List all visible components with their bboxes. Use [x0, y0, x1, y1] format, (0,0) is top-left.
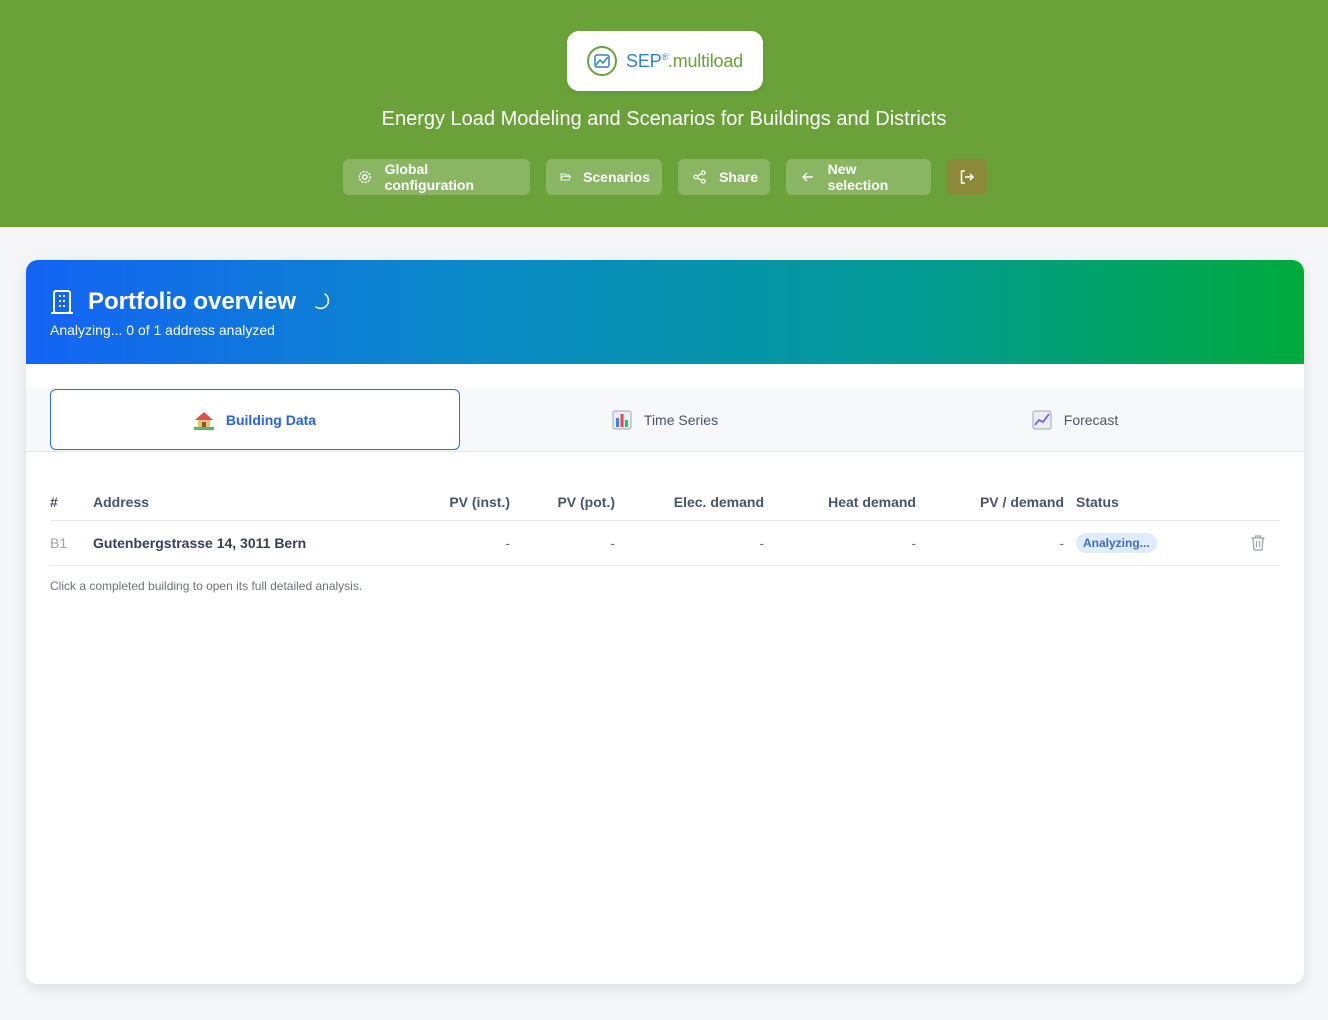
logo-brand: SEP [626, 50, 662, 71]
column-header-address[interactable]: Address [93, 494, 149, 510]
portfolio-title-text: Portfolio overview [88, 288, 297, 315]
house-icon [193, 411, 214, 430]
column-header-elec-demand[interactable]: Elec. demand [644, 494, 764, 510]
status-badge: Analyzing... [1076, 533, 1157, 553]
column-header-status[interactable]: Status [1076, 494, 1119, 510]
row-address: Gutenbergstrasse 14, 3011 Bern [93, 535, 307, 551]
tab-time-series[interactable]: Time Series [460, 389, 870, 450]
app-header: SEP®.multiload Energy Load Modeling and … [0, 0, 1328, 227]
share-icon [693, 170, 706, 184]
row-elec-demand: - [759, 535, 764, 551]
column-header-number: # [50, 494, 58, 510]
row-id: B1 [50, 535, 68, 551]
table-header-divider [50, 520, 1280, 521]
arrow-left-icon [801, 172, 813, 182]
scenarios-button[interactable]: Scenarios [546, 159, 662, 195]
new-selection-button[interactable]: New selection [786, 159, 931, 195]
row-pv-potential: - [610, 535, 615, 551]
gear-icon [358, 170, 371, 184]
tab-forecast[interactable]: Forecast [870, 389, 1280, 450]
tab-building-data[interactable]: Building Data [50, 389, 460, 450]
app-tagline: Energy Load Modeling and Scenarios for B… [381, 108, 947, 130]
logout-icon [960, 170, 975, 184]
column-header-heat-demand[interactable]: Heat demand [796, 494, 916, 510]
logo-suffix: .multiload [667, 50, 743, 71]
tab-building-data-label: Building Data [225, 411, 317, 428]
building-icon [51, 290, 73, 314]
column-header-pv-demand[interactable]: PV / demand [944, 494, 1064, 510]
scenarios-label: Scenarios [583, 169, 650, 185]
share-button[interactable]: Share [678, 159, 770, 195]
loading-spinner-icon [315, 293, 330, 310]
trend-chart-icon [1032, 410, 1052, 429]
column-header-pv-installed[interactable]: PV (inst.) [410, 494, 510, 510]
trash-icon[interactable] [1250, 534, 1266, 552]
portfolio-card: Portfolio overview Analyzing... 0 of 1 a… [26, 260, 1304, 984]
new-selection-label: New selection [827, 161, 889, 193]
table-row-divider [50, 565, 1280, 566]
row-pv-demand: - [1059, 535, 1064, 551]
portfolio-title: Portfolio overview [50, 288, 296, 316]
table-hint-text: Click a completed building to open its f… [50, 579, 363, 593]
app-logo[interactable]: SEP®.multiload [567, 31, 763, 91]
portfolio-header: Portfolio overview Analyzing... 0 of 1 a… [26, 260, 1304, 364]
row-heat-demand: - [911, 535, 916, 551]
logo-text: SEP®.multiload [626, 51, 743, 72]
analysis-progress-text: Analyzing... 0 of 1 address analyzed [50, 322, 275, 338]
share-label: Share [719, 169, 758, 185]
row-pv-installed: - [505, 535, 510, 551]
global-configuration-label: Global configuration [384, 161, 475, 193]
tab-forecast-label: Forecast [1063, 411, 1119, 428]
logout-button[interactable] [947, 159, 987, 195]
bar-chart-icon [612, 410, 632, 429]
folder-open-icon [560, 173, 571, 181]
tab-time-series-label: Time Series [643, 411, 719, 428]
global-configuration-button[interactable]: Global configuration [343, 159, 530, 195]
column-header-pv-potential[interactable]: PV (pot.) [515, 494, 615, 510]
view-tabs: Building Data Time Series Forecast [26, 388, 1304, 452]
logo-mark-icon [587, 46, 618, 76]
